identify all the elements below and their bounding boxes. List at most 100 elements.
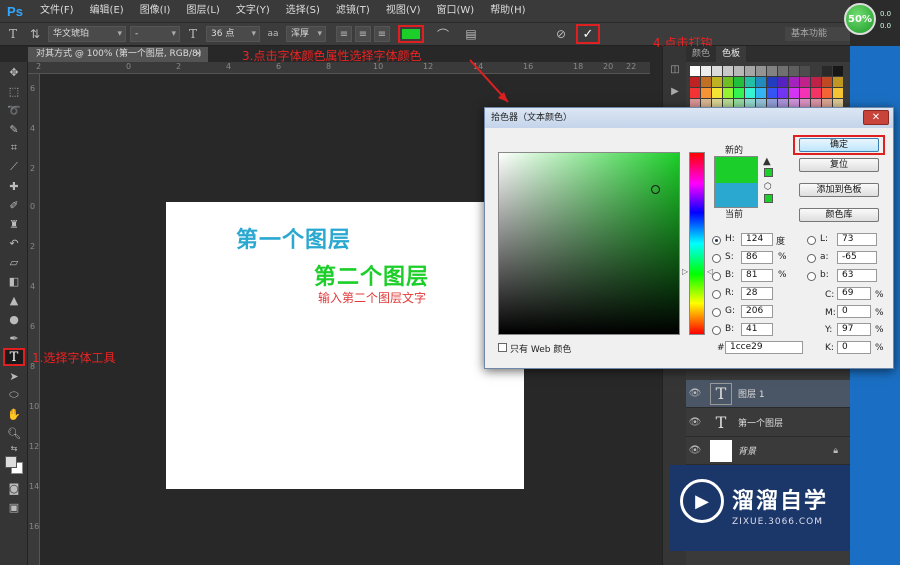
swatch[interactable] xyxy=(800,88,810,98)
tab-swatches[interactable]: 色板 xyxy=(716,46,747,62)
radio-lab-b[interactable] xyxy=(807,272,816,281)
field-blue[interactable]: 41 xyxy=(741,323,773,336)
current-color-swatch[interactable] xyxy=(715,183,757,207)
unit-s: % xyxy=(778,252,787,262)
swatch[interactable] xyxy=(712,88,722,98)
swatch[interactable] xyxy=(811,88,821,98)
swatch[interactable] xyxy=(822,88,832,98)
swatch[interactable] xyxy=(690,77,700,87)
web-safe-swatch[interactable] xyxy=(764,194,773,203)
swatch[interactable] xyxy=(701,66,711,76)
swatch[interactable] xyxy=(833,77,843,87)
label-g: G: xyxy=(725,306,736,316)
label-h: H: xyxy=(725,234,735,244)
hex-field[interactable]: 1cce29 xyxy=(725,341,803,354)
swatch[interactable] xyxy=(778,66,788,76)
eye-icon[interactable]: 👁︎ xyxy=(686,388,704,399)
label-s: S: xyxy=(725,252,734,262)
swatch[interactable] xyxy=(833,66,843,76)
eye-icon[interactable]: 👁︎ xyxy=(686,417,704,428)
swatch[interactable] xyxy=(789,66,799,76)
radio-a[interactable] xyxy=(807,254,816,263)
label-b: B: xyxy=(725,270,735,280)
eye-icon[interactable]: 👁︎ xyxy=(686,445,704,456)
swatch[interactable] xyxy=(756,66,766,76)
field-h[interactable]: 124 xyxy=(741,233,773,246)
swatch[interactable] xyxy=(789,88,799,98)
radio-blue[interactable] xyxy=(712,326,721,335)
swatch[interactable] xyxy=(756,88,766,98)
layer-row[interactable]: 👁︎ T 第一个图层 xyxy=(686,409,850,437)
swatch[interactable] xyxy=(822,66,832,76)
color-field-cursor[interactable] xyxy=(651,185,660,194)
swatch[interactable] xyxy=(723,88,733,98)
swatch[interactable] xyxy=(745,77,755,87)
swatch[interactable] xyxy=(745,66,755,76)
field-y[interactable]: 97 xyxy=(837,323,871,336)
swatch[interactable] xyxy=(756,77,766,87)
swatch[interactable] xyxy=(712,77,722,87)
swatch[interactable] xyxy=(767,66,777,76)
swatch[interactable] xyxy=(789,77,799,87)
radio-r[interactable] xyxy=(712,290,721,299)
radio-l[interactable] xyxy=(807,236,816,245)
swatch[interactable] xyxy=(690,66,700,76)
gamut-swatch[interactable] xyxy=(764,168,773,177)
color-picker-dialog: 拾色器（文本颜色） ✕ ▷ ◁ 新的 当前 ▲ ⬡ 确定 复位 添加到色板 颜色… xyxy=(484,107,894,369)
field-s[interactable]: 86 xyxy=(741,251,773,264)
play-action-icon[interactable]: ▶ xyxy=(666,82,684,100)
radio-h[interactable] xyxy=(712,236,721,245)
color-field-shade xyxy=(499,153,679,334)
swatch[interactable] xyxy=(701,77,711,87)
layer-row[interactable]: 👁︎ 背景 🔒︎ xyxy=(686,437,850,465)
field-l[interactable]: 73 xyxy=(837,233,877,246)
radio-b[interactable] xyxy=(712,272,721,281)
web-only-checkbox[interactable] xyxy=(498,343,507,352)
swatch[interactable] xyxy=(767,77,777,87)
dialog-close-button[interactable]: ✕ xyxy=(863,110,889,125)
field-r[interactable]: 28 xyxy=(741,287,773,300)
radio-s[interactable] xyxy=(712,254,721,263)
swatch[interactable] xyxy=(822,77,832,87)
field-c[interactable]: 69 xyxy=(837,287,871,300)
color-libraries-button[interactable]: 颜色库 xyxy=(799,208,879,222)
watermark-title: 溜溜自学 xyxy=(732,489,829,514)
swatch[interactable] xyxy=(811,66,821,76)
field-k[interactable]: 0 xyxy=(837,341,871,354)
radio-g[interactable] xyxy=(712,308,721,317)
history-panel-icon[interactable]: ◫ xyxy=(666,60,684,78)
field-lab-b[interactable]: 63 xyxy=(837,269,877,282)
hue-slider-left-arrow[interactable]: ▷ xyxy=(682,267,688,276)
swatch[interactable] xyxy=(800,66,810,76)
web-only-label: 只有 Web 颜色 xyxy=(510,345,572,355)
swatch[interactable] xyxy=(723,77,733,87)
swatch[interactable] xyxy=(778,88,788,98)
layer-row[interactable]: 👁︎ T 图层 1 xyxy=(686,380,850,408)
ok-button[interactable]: 确定 xyxy=(799,138,879,152)
swatch[interactable] xyxy=(811,77,821,87)
hue-slider[interactable] xyxy=(689,152,705,335)
field-a[interactable]: -65 xyxy=(837,251,877,264)
swatch[interactable] xyxy=(778,77,788,87)
swatch[interactable] xyxy=(723,66,733,76)
swatch[interactable] xyxy=(800,77,810,87)
swatch[interactable] xyxy=(734,88,744,98)
swatch[interactable] xyxy=(833,88,843,98)
swatch[interactable] xyxy=(734,77,744,87)
field-m[interactable]: 0 xyxy=(837,305,871,318)
reset-button[interactable]: 复位 xyxy=(799,158,879,172)
swatch[interactable] xyxy=(767,88,777,98)
field-g[interactable]: 206 xyxy=(741,305,773,318)
field-b[interactable]: 81 xyxy=(741,269,773,282)
swatch[interactable] xyxy=(712,66,722,76)
color-field[interactable] xyxy=(498,152,680,335)
network-speed: 0.0 0.0 xyxy=(880,8,891,32)
swatch[interactable] xyxy=(690,88,700,98)
swatch[interactable] xyxy=(701,88,711,98)
swatch[interactable] xyxy=(745,88,755,98)
add-to-swatches-button[interactable]: 添加到色板 xyxy=(799,183,879,197)
net-down: 0.0 xyxy=(880,22,892,30)
swatch[interactable] xyxy=(734,66,744,76)
tab-color[interactable]: 颜色 xyxy=(686,46,716,62)
text-layer-thumb-icon: T xyxy=(710,382,732,405)
